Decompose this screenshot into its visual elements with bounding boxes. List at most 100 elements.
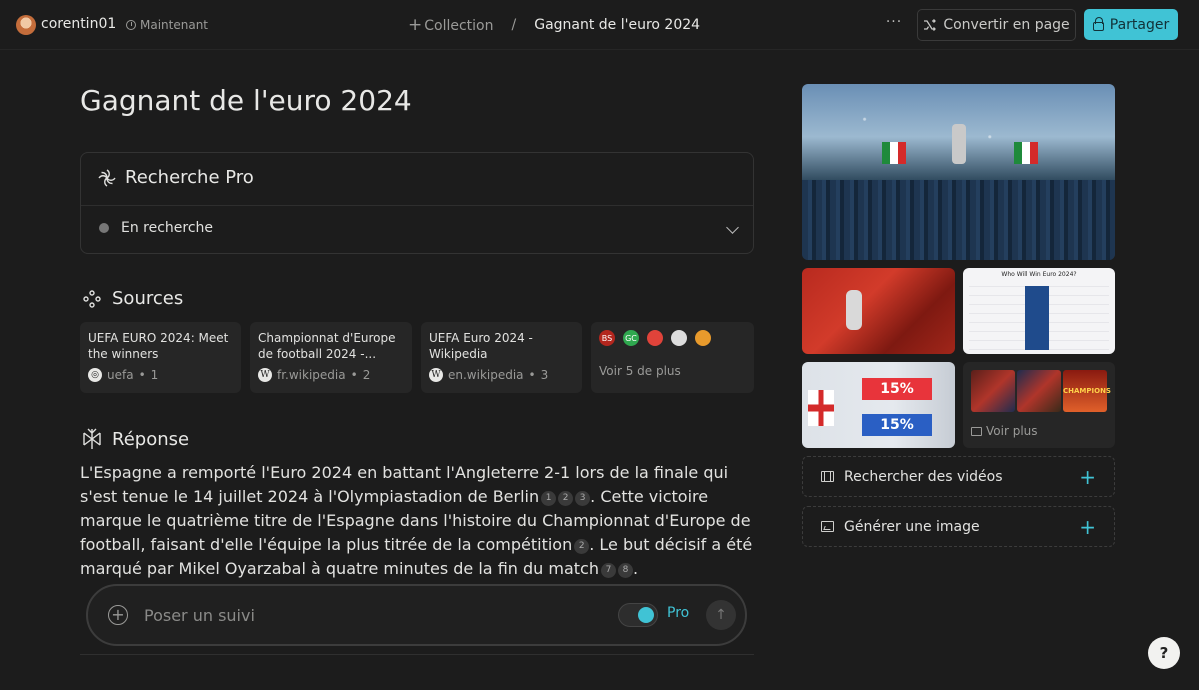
avatar[interactable] (16, 15, 36, 35)
citation-badge[interactable]: 7 (600, 563, 616, 578)
sport-favicon-icon (695, 330, 711, 346)
clock-icon (126, 20, 136, 30)
wikipedia-favicon-icon: W (258, 368, 272, 382)
source-meta: W en.wikipedia • 3 (429, 368, 574, 382)
more-sources-card[interactable]: BS GC Voir 5 de plus (591, 322, 754, 393)
pro-toggle-label: Pro (667, 605, 690, 621)
source-domain: uefa (107, 368, 134, 382)
image-thumb (971, 370, 1015, 412)
pro-toggle[interactable] (618, 603, 658, 627)
answer-icon (83, 428, 101, 449)
citation-badge[interactable]: 1 (541, 491, 557, 506)
breadcrumb-current: Gagnant de l'euro 2024 (534, 17, 701, 33)
source-card[interactable]: UEFA EURO 2024: Meet the winners ◎ uefa … (80, 322, 241, 393)
image-trophy-celebration[interactable] (802, 84, 1115, 260)
source-domain: en.wikipedia (448, 368, 524, 382)
source-title: Championnat d'Europe de football 2024 -.… (258, 331, 396, 361)
stat-badge: 15% (862, 378, 932, 400)
followup-input[interactable] (144, 604, 584, 626)
table-image-title: Who Will Win Euro 2024? (1001, 271, 1077, 278)
image-thumb-champions: CHAMPIONS (1063, 370, 1111, 412)
see-more-sources: Voir 5 de plus (599, 364, 681, 378)
source-index: 1 (150, 368, 159, 382)
italy-flag (882, 142, 906, 164)
plus-icon: + (1079, 515, 1096, 539)
source-card[interactable]: UEFA Euro 2024 - Wikipedia W en.wikipedi… (421, 322, 582, 393)
bs-favicon-icon: BS (599, 330, 615, 346)
film-icon (821, 471, 834, 482)
convert-label: Convertir en page (943, 17, 1070, 33)
plus-icon: + (408, 15, 423, 35)
wikipedia-favicon-icon: W (429, 368, 443, 382)
divider (80, 654, 754, 655)
image-match-stats[interactable]: 15% 15% (802, 362, 955, 448)
citation-badge[interactable]: 2 (558, 491, 574, 506)
site-favicon-icon (671, 330, 687, 346)
source-meta: W fr.wikipedia • 2 (258, 368, 404, 382)
timestamp: Maintenant (126, 18, 208, 32)
sources-icon (83, 289, 101, 308)
divider (81, 205, 753, 206)
see-more-images-label: Voir plus (986, 424, 1038, 438)
username[interactable]: corentin01 (41, 16, 116, 32)
pro-search-title: Recherche Pro (125, 167, 254, 188)
image-spain-team[interactable] (802, 268, 955, 354)
table-column (1025, 286, 1049, 350)
pro-search-status[interactable]: En recherche (99, 220, 213, 236)
sources-heading: Sources (82, 288, 183, 309)
chevron-down-icon[interactable] (726, 221, 739, 234)
lock-icon (1092, 16, 1104, 31)
sources-heading-label: Sources (112, 288, 184, 309)
arrow-up-icon: ↑ (715, 607, 727, 623)
source-meta: ◎ uefa • 1 (88, 368, 233, 382)
breadcrumb-separator: / (511, 17, 517, 33)
gc-favicon-icon: GC (623, 330, 639, 346)
send-button[interactable]: ↑ (706, 600, 736, 630)
convert-to-page-button[interactable]: Convertir en page (917, 9, 1076, 41)
trophy (952, 124, 966, 164)
pro-search-icon (98, 168, 116, 187)
search-videos-label: Rechercher des vidéos (844, 468, 1003, 485)
citation-badge[interactable]: 8 (617, 563, 633, 578)
attach-plus-icon[interactable]: + (108, 605, 128, 625)
source-domain: fr.wikipedia (277, 368, 346, 382)
source-index: 3 (540, 368, 549, 382)
citation-badge[interactable]: 2 (574, 539, 590, 554)
image-icon (821, 521, 834, 532)
answer-text: L'Espagne a remporté l'Euro 2024 en batt… (80, 463, 753, 578)
image-crowd (802, 180, 1115, 260)
top-bar: corentin01 Maintenant + Collection / Gagn… (0, 0, 1199, 50)
see-more-images[interactable]: Voir plus (971, 424, 1038, 438)
italy-flag (1014, 142, 1038, 164)
source-index: 2 (362, 368, 371, 382)
pro-search-panel: Recherche Pro En recherche (80, 152, 754, 254)
breadcrumb: + Collection / Gagnant de l'euro 2024 (408, 15, 700, 35)
trophy (846, 290, 862, 330)
page-title: Gagnant de l'euro 2024 (80, 84, 412, 117)
check-icon (99, 223, 109, 233)
image-thumb (1017, 370, 1061, 412)
more-images-card[interactable]: CHAMPIONS Voir plus (963, 362, 1115, 448)
source-card[interactable]: Championnat d'Europe de football 2024 -.… (250, 322, 412, 393)
search-videos-button[interactable]: Rechercher des vidéos + (802, 456, 1115, 497)
timestamp-label: Maintenant (140, 18, 209, 32)
source-title: UEFA Euro 2024 - Wikipedia (429, 331, 533, 361)
breadcrumb-collection[interactable]: + Collection (408, 15, 494, 35)
help-button[interactable]: ? (1148, 637, 1180, 669)
followup-bar: + Pro ↑ (86, 584, 747, 646)
shuffle-icon (924, 19, 937, 31)
stat-badge: 15% (862, 414, 932, 436)
citation-badge[interactable]: 3 (575, 491, 591, 506)
share-label: Partager (1109, 16, 1170, 33)
image-prediction-table[interactable]: Who Will Win Euro 2024? (963, 268, 1115, 354)
share-button[interactable]: Partager (1084, 9, 1178, 40)
england-flag (808, 390, 834, 426)
answer-heading: Réponse (82, 428, 189, 450)
more-options-button[interactable]: ··· (884, 14, 904, 34)
news-favicon-icon (647, 330, 663, 346)
source-title: UEFA EURO 2024: Meet the winners (88, 331, 229, 361)
more-sources-icons: BS GC (599, 330, 746, 346)
uefa-favicon-icon: ◎ (88, 368, 102, 382)
plus-icon: + (1079, 465, 1096, 489)
generate-image-button[interactable]: Générer une image + (802, 506, 1115, 547)
